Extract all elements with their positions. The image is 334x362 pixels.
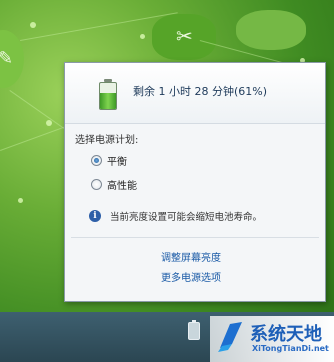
power-plan-option-label: 平衡 <box>107 156 127 168</box>
brightness-warning: i 当前亮度设置可能会缩短电池寿命。 <box>89 209 262 223</box>
desktop-dot <box>140 34 145 39</box>
battery-icon <box>99 79 117 110</box>
watermark-title: 系统天地 <box>250 324 322 345</box>
pencil-icon: ✎ <box>0 48 14 69</box>
battery-level-fill <box>100 93 116 109</box>
brightness-warning-text: 当前亮度设置可能会缩短电池寿命。 <box>110 212 263 223</box>
watermark-logo <box>218 322 242 352</box>
puzzle-icon: ✂ <box>176 24 193 48</box>
power-plan-option-balanced[interactable]: 平衡 <box>91 153 127 168</box>
divider <box>71 237 319 238</box>
power-plan-option-label: 高性能 <box>107 180 137 192</box>
watermark-subtitle: XiTongTianDi.net <box>252 344 329 353</box>
radio-button[interactable] <box>91 178 102 190</box>
desktop-bubble <box>236 10 306 50</box>
battery-tray-icon[interactable] <box>188 320 200 340</box>
adjust-brightness-link[interactable]: 调整屏幕亮度 <box>161 249 221 264</box>
desktop-dot <box>18 198 23 203</box>
battery-remaining-text: 剩余 1 小时 28 分钟(61%) <box>133 85 268 98</box>
site-watermark: 系统天地 XiTongTianDi.net <box>210 316 334 362</box>
info-icon: i <box>89 210 101 222</box>
power-plan-label: 选择电源计划: <box>75 135 139 146</box>
battery-status-header: 剩余 1 小时 28 分钟(61%) <box>65 63 325 124</box>
battery-flyout: 剩余 1 小时 28 分钟(61%) 选择电源计划: 平衡 高性能 i 当前亮度… <box>64 62 326 302</box>
radio-button-selected[interactable] <box>91 154 102 166</box>
desktop-line <box>0 126 67 151</box>
desktop-dot <box>46 120 52 126</box>
desktop-dot <box>30 22 36 28</box>
more-power-options-link[interactable]: 更多电源选项 <box>161 269 221 284</box>
power-plan-option-high-performance[interactable]: 高性能 <box>91 177 137 192</box>
